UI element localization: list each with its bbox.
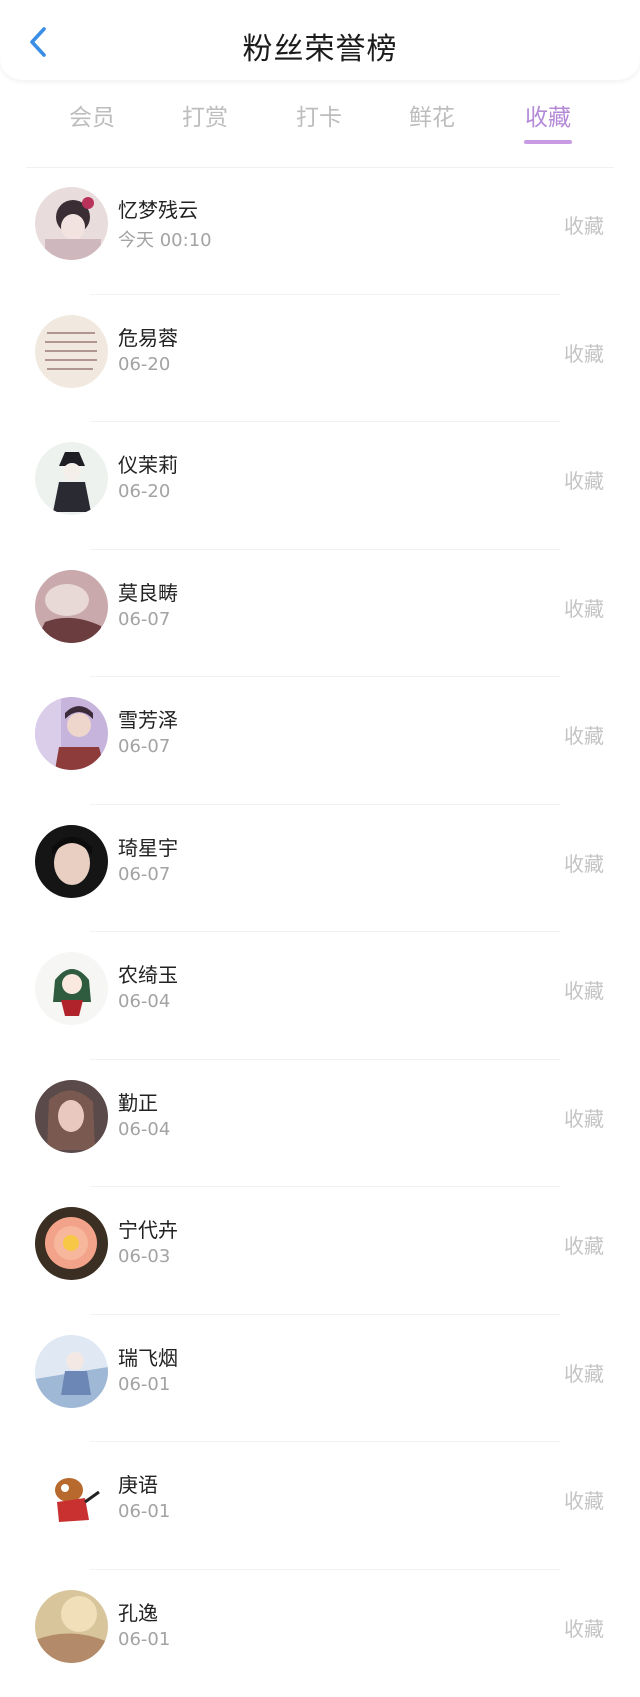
tab-favorites[interactable]: 收藏 [503, 98, 593, 132]
avatar [35, 442, 108, 515]
fan-name: 危易蓉 [118, 322, 178, 351]
fan-date: 06-01 [118, 1501, 170, 1522]
list-item[interactable]: 孔逸 06-01 收藏 [0, 1570, 640, 1697]
avatar [35, 187, 108, 260]
list-item[interactable]: 忆梦残云 今天 00:10 收藏 [0, 167, 640, 295]
fan-name: 庚语 [118, 1469, 158, 1498]
fan-name: 农绮玉 [118, 959, 178, 988]
fan-name: 琦星宇 [118, 832, 178, 861]
fan-name: 雪芳泽 [118, 704, 178, 733]
fan-date: 06-07 [118, 736, 170, 757]
tab-rewards[interactable]: 打赏 [160, 98, 250, 132]
fan-name: 莫良畴 [118, 577, 178, 606]
tab-checkin[interactable]: 打卡 [274, 98, 364, 132]
favorite-action[interactable]: 收藏 [564, 848, 604, 877]
avatar [35, 952, 108, 1025]
avatar [35, 570, 108, 643]
favorite-action[interactable]: 收藏 [564, 465, 604, 494]
list-item[interactable]: 危易蓉 06-20 收藏 [0, 295, 640, 423]
favorite-action[interactable]: 收藏 [564, 720, 604, 749]
fan-date: 06-20 [118, 354, 170, 375]
top-bar: 粉丝荣誉榜 [0, 0, 640, 80]
favorite-action[interactable]: 收藏 [564, 1230, 604, 1259]
active-tab-indicator [524, 140, 572, 144]
fan-name: 宁代卉 [118, 1214, 178, 1243]
list-item[interactable]: 庚语 06-01 收藏 [0, 1442, 640, 1570]
fan-name: 忆梦残云 [118, 194, 198, 223]
avatar [35, 1335, 108, 1408]
fan-name: 勤正 [118, 1087, 158, 1116]
fan-date: 06-20 [118, 481, 170, 502]
fan-name: 孔逸 [118, 1597, 158, 1626]
favorite-action[interactable]: 收藏 [564, 1485, 604, 1514]
list-item[interactable]: 勤正 06-04 收藏 [0, 1060, 640, 1188]
favorite-action[interactable]: 收藏 [564, 338, 604, 367]
page-title: 粉丝荣誉榜 [0, 24, 640, 68]
list-item[interactable]: 琦星宇 06-07 收藏 [0, 805, 640, 933]
fan-list: 忆梦残云 今天 00:10 收藏 危易蓉 06-20 收藏 [0, 167, 640, 1697]
favorite-action[interactable]: 收藏 [564, 593, 604, 622]
fan-date: 06-01 [118, 1629, 170, 1650]
favorite-action[interactable]: 收藏 [564, 1613, 604, 1642]
list-item[interactable]: 农绮玉 06-04 收藏 [0, 932, 640, 1060]
list-item[interactable]: 仪茉莉 06-20 收藏 [0, 422, 640, 550]
fan-date: 06-01 [118, 1374, 170, 1395]
favorite-action[interactable]: 收藏 [564, 1103, 604, 1132]
list-item[interactable]: 瑞飞烟 06-01 收藏 [0, 1315, 640, 1443]
avatar [35, 697, 108, 770]
favorite-action[interactable]: 收藏 [564, 975, 604, 1004]
tab-flowers[interactable]: 鲜花 [387, 98, 477, 132]
avatar [35, 1590, 108, 1663]
fan-name: 仪茉莉 [118, 449, 178, 478]
list-item[interactable]: 宁代卉 06-03 收藏 [0, 1187, 640, 1315]
avatar [35, 825, 108, 898]
fan-date: 06-07 [118, 864, 170, 885]
fan-date: 06-04 [118, 991, 170, 1012]
favorite-action[interactable]: 收藏 [564, 1358, 604, 1387]
list-item[interactable]: 莫良畴 06-07 收藏 [0, 550, 640, 678]
avatar [35, 1462, 108, 1535]
avatar [35, 315, 108, 388]
tab-bar: 会员 打赏 打卡 鲜花 收藏 [0, 92, 640, 152]
favorite-action[interactable]: 收藏 [564, 210, 604, 239]
avatar [35, 1080, 108, 1153]
list-item[interactable]: 雪芳泽 06-07 收藏 [0, 677, 640, 805]
fan-date: 今天 00:10 [118, 226, 212, 252]
tab-members[interactable]: 会员 [47, 98, 137, 132]
fan-date: 06-07 [118, 609, 170, 630]
avatar [35, 1207, 108, 1280]
fan-date: 06-04 [118, 1119, 170, 1140]
fan-name: 瑞飞烟 [118, 1342, 178, 1371]
fan-date: 06-03 [118, 1246, 170, 1267]
